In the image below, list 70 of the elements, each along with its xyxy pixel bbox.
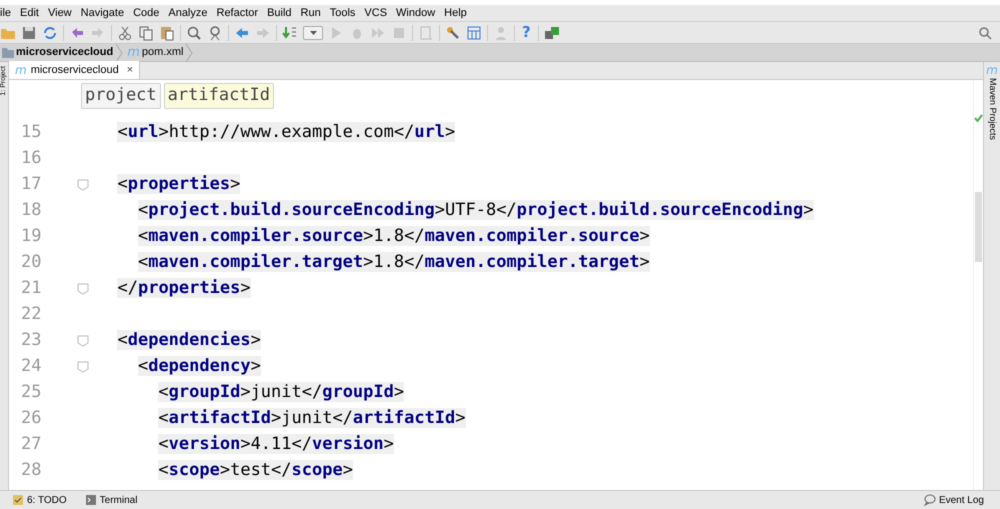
person-icon[interactable] bbox=[493, 24, 509, 40]
search-icon[interactable] bbox=[186, 24, 202, 40]
menu-item[interactable]: VCS bbox=[364, 4, 388, 22]
sync-icon[interactable] bbox=[42, 24, 58, 40]
line-number: 24 bbox=[21, 355, 42, 378]
line-number: 25 bbox=[21, 381, 42, 404]
menu-item[interactable]: Help bbox=[444, 4, 467, 22]
menu-item[interactable]: Window bbox=[396, 4, 436, 22]
plugin-icon[interactable] bbox=[544, 24, 560, 40]
line-number: 22 bbox=[21, 303, 42, 326]
fold-marker-icon[interactable] bbox=[77, 283, 89, 295]
menu-item[interactable]: Run bbox=[300, 4, 321, 22]
fold-marker-icon[interactable] bbox=[77, 335, 89, 347]
maven-icon: m bbox=[127, 46, 140, 59]
tool-window-tab[interactable]: Maven Projects bbox=[985, 78, 999, 140]
breadcrumb-item[interactable]: microservicecloud bbox=[16, 44, 114, 61]
close-button[interactable]: × bbox=[126, 62, 134, 78]
menu-item[interactable]: Refactor bbox=[216, 4, 258, 22]
menu-item[interactable]: Navigate bbox=[80, 4, 124, 22]
check-icon bbox=[974, 114, 983, 122]
line-number: 16 bbox=[21, 147, 42, 170]
line-number: 26 bbox=[21, 407, 42, 430]
breadcrumb-item[interactable]: pom.xml bbox=[142, 44, 184, 61]
speech-bubble-icon bbox=[924, 494, 936, 506]
line-number: 15 bbox=[21, 121, 42, 144]
line-number: 28 bbox=[21, 459, 42, 482]
save-icon[interactable] bbox=[21, 24, 37, 40]
fold-marker-icon[interactable] bbox=[77, 179, 89, 191]
line-number: 17 bbox=[21, 173, 42, 196]
xml-breadcrumb[interactable]: artifactId bbox=[164, 83, 274, 109]
paste-icon[interactable] bbox=[159, 24, 175, 40]
wrench-icon[interactable] bbox=[445, 24, 461, 40]
menu-item[interactable]: Analyze bbox=[168, 4, 208, 22]
event-log-label: Event Log bbox=[938, 494, 984, 508]
tool-window-label: Terminal bbox=[100, 494, 138, 508]
terminal-icon bbox=[84, 494, 97, 506]
line-number: 18 bbox=[21, 199, 42, 222]
maven-icon: m bbox=[15, 64, 27, 76]
menu-item[interactable]: Edit bbox=[20, 4, 39, 22]
menu-item[interactable]: Build bbox=[267, 4, 292, 22]
tool-window-label: 6: TODO bbox=[27, 494, 67, 508]
menu-item[interactable]: View bbox=[48, 4, 72, 22]
line-number: 19 bbox=[21, 225, 42, 248]
run-configuration-dropdown[interactable] bbox=[303, 26, 323, 40]
xml-breadcrumb[interactable]: project bbox=[81, 83, 161, 109]
menu-item[interactable]: Tools bbox=[330, 4, 356, 22]
copy-icon[interactable] bbox=[138, 24, 154, 40]
tool-window-button[interactable]: Terminal bbox=[82, 492, 140, 508]
search-icon[interactable] bbox=[978, 26, 992, 40]
line-number: 27 bbox=[21, 433, 42, 456]
cut-icon[interactable] bbox=[117, 24, 133, 40]
build-icon[interactable] bbox=[282, 24, 298, 40]
document-icon[interactable] bbox=[418, 24, 434, 40]
chevron-icon[interactable] bbox=[115, 44, 124, 62]
event-log-button[interactable]: Event Log bbox=[924, 492, 984, 508]
grid-icon[interactable] bbox=[466, 24, 482, 40]
menu-item[interactable]: Code bbox=[133, 4, 160, 22]
fold-marker-icon[interactable] bbox=[77, 361, 89, 373]
caret-icon bbox=[310, 30, 316, 34]
tab-label: microservicecloud bbox=[30, 62, 119, 78]
tool-window-button[interactable]: 6: TODO bbox=[10, 492, 69, 508]
line-number: 20 bbox=[21, 251, 42, 274]
line-number: 23 bbox=[21, 329, 42, 352]
editor-tab[interactable]: m microservicecloud × bbox=[9, 61, 140, 79]
menu-item[interactable]: ile bbox=[0, 4, 12, 22]
line-number: 21 bbox=[21, 277, 42, 300]
checklist-icon bbox=[12, 494, 24, 506]
folder-icon bbox=[2, 46, 14, 59]
maven-icon: m bbox=[986, 64, 998, 76]
scrollbar-thumb[interactable] bbox=[975, 192, 982, 262]
